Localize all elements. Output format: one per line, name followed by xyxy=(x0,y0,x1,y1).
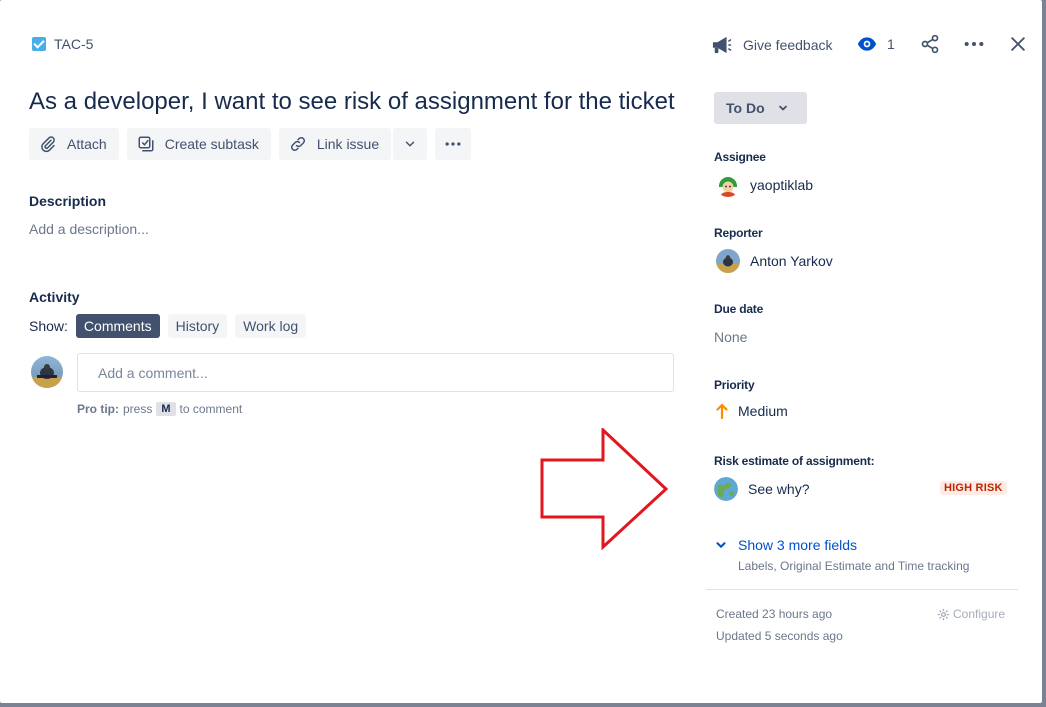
more-horizontal-icon xyxy=(445,142,461,146)
pro-tip-label: Pro tip: xyxy=(77,402,119,416)
updated-timestamp: Updated 5 seconds ago xyxy=(716,629,843,643)
tab-comments[interactable]: Comments xyxy=(75,314,160,338)
reporter-field[interactable]: Anton Yarkov xyxy=(716,249,833,273)
task-type-icon xyxy=(32,37,46,51)
description-heading: Description xyxy=(29,193,107,209)
show-label: Show: xyxy=(29,318,68,334)
show-more-fields[interactable]: Show 3 more fields Labels, Original Esti… xyxy=(714,537,969,573)
reporter-label: Reporter xyxy=(714,226,763,240)
priority-value: Medium xyxy=(738,403,788,419)
priority-field[interactable]: Medium xyxy=(716,403,788,419)
link-icon xyxy=(290,136,305,152)
pro-tip-press: press xyxy=(123,402,153,416)
tab-history[interactable]: History xyxy=(167,314,228,338)
link-issue-split-button: Link issue xyxy=(278,128,428,160)
share-icon[interactable] xyxy=(920,34,940,54)
assignee-avatar xyxy=(716,173,740,197)
give-feedback-button[interactable]: Give feedback xyxy=(711,35,833,55)
watch-button[interactable]: 1 xyxy=(857,35,895,53)
paperclip-icon xyxy=(41,136,55,153)
priority-label: Priority xyxy=(714,378,755,392)
megaphone-icon xyxy=(712,36,732,54)
watch-count: 1 xyxy=(887,36,895,52)
attach-button[interactable]: Attach xyxy=(29,128,119,160)
chevron-down-icon xyxy=(778,105,787,111)
show-more-fields-label: Show 3 more fields xyxy=(738,537,858,553)
gear-icon xyxy=(937,608,950,620)
reporter-name: Anton Yarkov xyxy=(750,253,833,269)
comment-input[interactable]: Add a comment... xyxy=(77,353,674,392)
activity-heading: Activity xyxy=(29,289,80,305)
current-user-avatar xyxy=(31,356,63,388)
pro-tip-suffix: to comment xyxy=(179,402,243,416)
assignee-name: yaoptiklab xyxy=(750,177,814,193)
issue-toolbar: Attach Create subtask Link issue xyxy=(29,128,472,160)
assignee-field[interactable]: yaoptiklab xyxy=(716,173,813,197)
create-subtask-button[interactable]: Create subtask xyxy=(126,128,271,160)
create-subtask-label: Create subtask xyxy=(164,136,259,152)
risk-estimate-label: Risk estimate of assignment: xyxy=(714,454,875,468)
risk-see-why-label: See why? xyxy=(748,481,810,497)
created-timestamp: Created 23 hours ago xyxy=(716,607,833,621)
configure-button[interactable]: Configure xyxy=(937,607,1005,621)
pro-tip: Pro tip: press M to comment xyxy=(77,402,242,416)
more-fields-hint: Labels, Original Estimate and Time track… xyxy=(738,559,970,573)
sidebar-divider xyxy=(706,589,1018,590)
toolbar-more-button[interactable] xyxy=(435,128,472,160)
link-issue-label: Link issue xyxy=(316,136,380,152)
status-dropdown[interactable]: To Do xyxy=(714,92,807,124)
link-issue-button[interactable]: Link issue xyxy=(278,128,392,160)
give-feedback-label: Give feedback xyxy=(743,37,833,53)
issue-modal: TAC-5 As a developer, I want to see risk… xyxy=(0,0,1042,703)
status-label: To Do xyxy=(726,100,765,116)
globe-icon xyxy=(714,477,738,501)
issue-title[interactable]: As a developer, I want to see risk of as… xyxy=(29,88,675,116)
chevron-down-icon xyxy=(405,141,415,147)
risk-see-why-link[interactable]: See why? xyxy=(714,477,809,501)
activity-filter: Show: Comments History Work log xyxy=(29,314,307,338)
due-date-field[interactable]: None xyxy=(714,329,747,345)
description-field[interactable]: Add a description... xyxy=(29,221,149,237)
risk-badge: HIGH RISK xyxy=(940,481,1007,495)
configure-label: Configure xyxy=(953,607,1006,621)
link-issue-dropdown-button[interactable] xyxy=(393,128,428,160)
issue-key[interactable]: TAC-5 xyxy=(54,36,93,52)
due-date-label: Due date xyxy=(714,302,764,316)
subtask-icon xyxy=(138,136,154,152)
reporter-avatar xyxy=(716,249,740,273)
more-actions-icon[interactable] xyxy=(963,34,985,54)
attach-label: Attach xyxy=(67,136,107,152)
arrow-up-icon xyxy=(716,403,728,419)
issue-key-breadcrumb[interactable]: TAC-5 xyxy=(32,36,93,52)
chevron-down-icon xyxy=(716,542,726,548)
close-icon[interactable] xyxy=(1008,34,1028,54)
shortcut-key: M xyxy=(156,402,176,416)
eye-icon xyxy=(857,37,877,51)
assignee-label: Assignee xyxy=(714,150,766,164)
red-arrow-annotation xyxy=(540,428,669,550)
tab-work-log[interactable]: Work log xyxy=(235,314,307,338)
